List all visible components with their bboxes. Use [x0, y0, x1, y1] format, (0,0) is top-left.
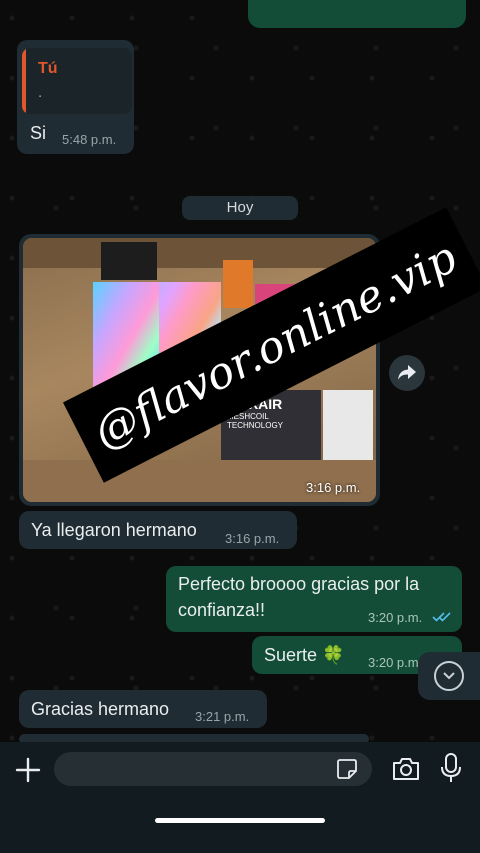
date-separator: Hoy	[182, 196, 298, 220]
photo-box	[23, 238, 376, 268]
sticker-icon[interactable]	[336, 758, 358, 780]
message-text: Ya llegaron hermano	[31, 520, 197, 540]
box-label: MESHCOIL TECHNOLOGY	[227, 412, 284, 430]
camera-icon[interactable]	[392, 756, 420, 782]
message-text: Si	[30, 123, 47, 143]
message-time: 3:20 p.m.	[368, 610, 423, 625]
forward-button[interactable]	[389, 355, 425, 391]
image-message-time: 3:16 p.m.	[306, 480, 361, 495]
message-text: Perfecto broooo gracias por la	[178, 574, 420, 594]
plus-icon[interactable]	[14, 756, 42, 784]
quote-author: Tú	[38, 60, 58, 77]
scroll-circle	[434, 661, 464, 691]
home-indicator	[155, 818, 325, 823]
message-time: 3:16 p.m.	[225, 531, 280, 546]
scroll-to-bottom-button[interactable]	[418, 652, 480, 700]
message-time: 3:21 p.m.	[195, 709, 250, 724]
message-text: confianza!!	[178, 600, 266, 620]
message-text: Suerte 🍀	[264, 645, 345, 665]
message-time: 3:20 p.m.	[368, 655, 423, 670]
photo-box	[323, 390, 373, 460]
forward-icon	[398, 365, 416, 380]
quoted-message[interactable]: Tú .	[22, 48, 132, 114]
message-text: Gracias hermano	[31, 699, 170, 719]
message-input[interactable]	[54, 752, 372, 786]
microphone-icon[interactable]	[440, 753, 462, 783]
message-time: 5:48 p.m.	[62, 132, 117, 147]
quote-text: .	[38, 84, 43, 101]
photo-box	[101, 242, 157, 280]
previous-outgoing-bubble	[248, 0, 466, 28]
quote-accent-bar	[22, 48, 26, 114]
chevron-down-icon	[443, 672, 455, 680]
double-check-icon	[432, 612, 451, 622]
photo-box	[223, 260, 253, 308]
